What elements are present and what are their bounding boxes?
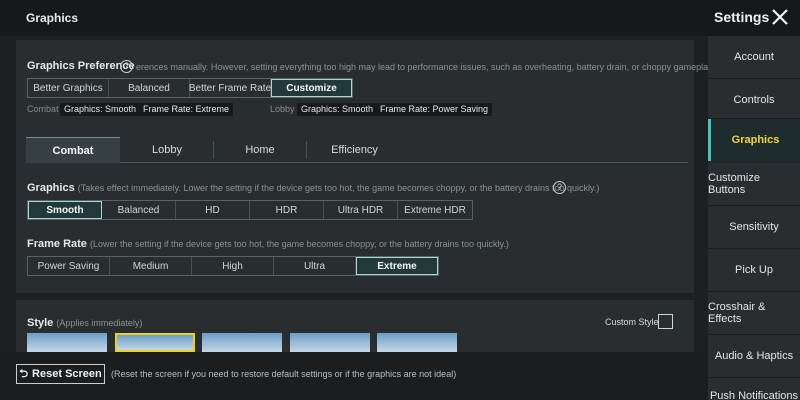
sidebar-item-audio-haptics[interactable]: Audio & Haptics [708, 335, 800, 377]
style-thumbnail[interactable] [202, 333, 282, 352]
settings-sidebar: Account Controls Graphics Customize Butt… [708, 36, 800, 400]
frame-rate-option-medium[interactable]: Medium [110, 257, 192, 275]
style-hint: (Applies immediately) [56, 318, 143, 328]
frame-rate-hint: (Lower the setting if the device gets to… [89, 239, 509, 249]
page-title: Graphics [26, 11, 79, 25]
preference-option-better-graphics[interactable]: Better Graphics [28, 79, 109, 97]
sidebar-item-account[interactable]: Account [708, 36, 800, 78]
sidebar-item-graphics[interactable]: Graphics [708, 119, 800, 161]
graphics-hint: (Takes effect immediately. Lower the set… [77, 183, 600, 193]
reset-hint: (Reset the screen if you need to restore… [111, 369, 457, 379]
style-thumbnail[interactable] [27, 333, 107, 352]
tab-lobby[interactable]: Lobby [120, 137, 214, 163]
frame-rate-selector: Power Saving Medium High Ultra Extreme [27, 256, 439, 276]
preference-option-balanced[interactable]: Balanced [109, 79, 190, 97]
graphics-option-ultra-hdr[interactable]: Ultra HDR [324, 201, 398, 219]
style-label: Style (Applies immediately) [27, 317, 142, 329]
frame-rate-label-text: Frame Rate [27, 238, 87, 250]
preference-option-better-frame-rate[interactable]: Better Frame Rate [189, 79, 271, 97]
reset-screen-button[interactable]: ⮌ Reset Screen [16, 364, 105, 384]
lobby-graphics-chip: Graphics: Smooth [297, 103, 378, 116]
settings-title: Settings [714, 9, 770, 25]
combat-framerate-chip: Frame Rate: Extreme [139, 103, 234, 116]
top-bar [0, 0, 800, 36]
frame-rate-option-ultra[interactable]: Ultra [274, 257, 356, 275]
combat-graphics-chip: Graphics: Smooth [60, 103, 141, 116]
frame-rate-option-power-saving[interactable]: Power Saving [28, 257, 110, 275]
graphics-option-hd[interactable]: HD [176, 201, 250, 219]
graphics-preference-hint: erences manually. However, setting every… [136, 62, 718, 72]
reset-icon: ⮌ [19, 367, 29, 380]
close-icon[interactable] [770, 7, 790, 27]
graphics-preference-label: Graphics Preference [27, 60, 135, 72]
frame-rate-option-high[interactable]: High [192, 257, 274, 275]
style-thumbnail-selected[interactable] [115, 333, 195, 352]
reset-screen-label: Reset Screen [32, 368, 102, 380]
sidebar-item-controls[interactable]: Controls [708, 79, 800, 121]
sidebar-item-sensitivity[interactable]: Sensitivity [708, 206, 800, 248]
graphics-option-hdr[interactable]: HDR [250, 201, 324, 219]
style-thumbnail[interactable] [377, 333, 457, 352]
custom-style-label: Custom Style [605, 317, 659, 327]
combat-summary-label: Combat [27, 104, 59, 114]
graphics-option-extreme-hdr[interactable]: Extreme HDR [398, 201, 472, 219]
sidebar-item-customize-buttons[interactable]: Customize Buttons [708, 163, 800, 205]
graphics-option-balanced[interactable]: Balanced [102, 201, 176, 219]
frame-rate-label: Frame Rate (Lower the setting if the dev… [27, 238, 509, 250]
sidebar-item-crosshair-effects[interactable]: Crosshair & Effects [708, 292, 800, 334]
lobby-framerate-chip: Frame Rate: Power Saving [376, 103, 493, 116]
sidebar-item-push-notifications[interactable]: Push Notifications [708, 378, 800, 400]
tab-home[interactable]: Home [214, 137, 306, 163]
mode-tabs: Combat Lobby Home Efficiency [26, 137, 688, 163]
sidebar-item-pick-up[interactable]: Pick Up [708, 249, 800, 291]
graphics-quality-selector: Smooth Balanced HD HDR Ultra HDR Extreme HDR [27, 200, 473, 220]
frame-rate-option-extreme[interactable]: Extreme [356, 257, 438, 275]
custom-style-checkbox[interactable] [658, 314, 673, 329]
graphics-label: Graphics (Takes effect immediately. Lowe… [27, 182, 599, 194]
tab-efficiency[interactable]: Efficiency [307, 137, 402, 163]
style-thumbnail[interactable] [290, 333, 370, 352]
preference-option-customize[interactable]: Customize [271, 79, 352, 97]
graphics-label-text: Graphics [27, 182, 75, 194]
tab-combat[interactable]: Combat [26, 137, 120, 163]
style-label-text: Style [27, 317, 54, 329]
graphics-preference-selector: Better Graphics Balanced Better Frame Rate… [27, 78, 353, 98]
help-icon[interactable]: ? [553, 181, 566, 194]
help-icon[interactable]: ? [120, 60, 133, 73]
graphics-option-smooth[interactable]: Smooth [28, 201, 102, 219]
lobby-summary-label: Lobby [270, 104, 295, 114]
